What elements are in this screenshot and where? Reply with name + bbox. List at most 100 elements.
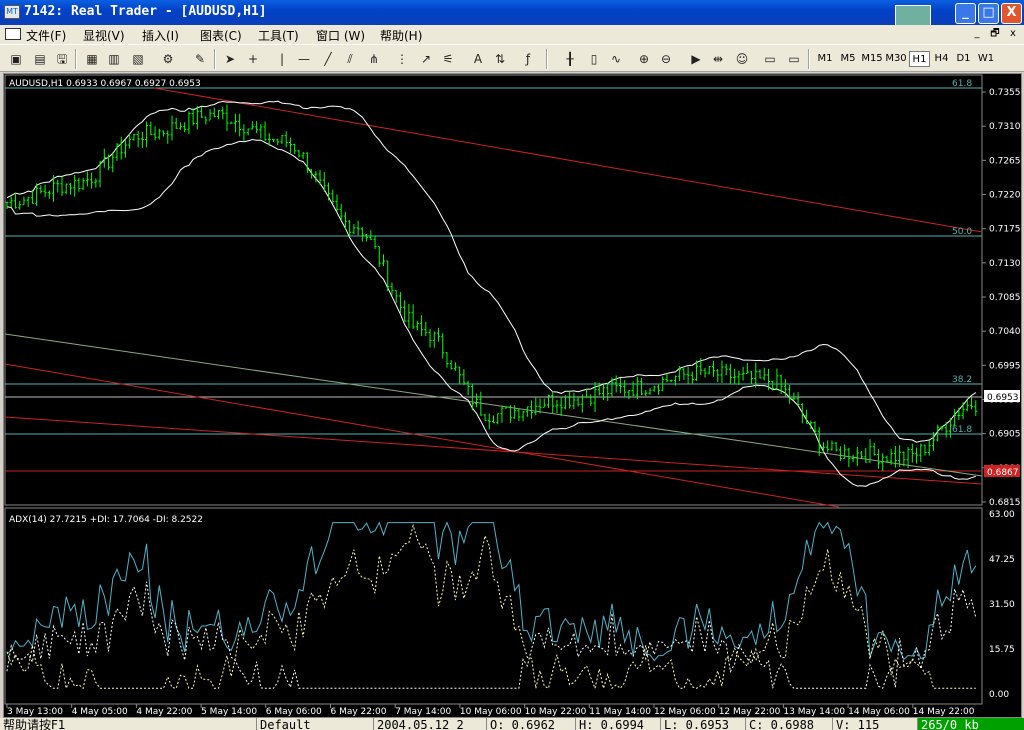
menu-chart[interactable]: 图表(C) <box>200 27 242 44</box>
time-tick-label: 3 May 13:00 <box>7 707 63 717</box>
bollinger-bands <box>6 100 977 487</box>
zoom-in-icon[interactable]: ⊕ <box>634 50 654 68</box>
adx-tick-label: 0.00 <box>989 690 1009 700</box>
timeframe-m5-button[interactable]: M5 <box>837 51 859 67</box>
price-tick-label: 0.7130 <box>989 259 1021 269</box>
timeframe-h1-button[interactable]: H1 <box>909 51 930 67</box>
save-icon[interactable]: 🖫 <box>52 50 72 68</box>
fib-label-500: 50.0 <box>952 227 972 237</box>
experts-icon[interactable]: ⚙ <box>158 50 178 68</box>
status-high: H: 0.6994 <box>575 718 659 730</box>
status-traffic: 265/0 kb <box>917 718 1024 730</box>
status-profile[interactable]: Default <box>256 718 372 730</box>
chart-canvas[interactable]: 0.7355 0.7310 0.7265 0.7220 0.7175 0.7130 0.70… <box>4 74 1021 717</box>
trendline-lower-1[interactable] <box>4 363 840 508</box>
timeframe-m1-button[interactable]: M1 <box>814 51 836 67</box>
trendline-icon[interactable]: ╱ <box>318 50 338 68</box>
time-axis: 3 May 13:00 4 May 05:00 4 May 22:00 5 May 1… <box>6 704 975 717</box>
status-low: L: 0.6953 <box>660 718 744 730</box>
adx-tick-label: 47.25 <box>989 555 1015 565</box>
price-tick-label: 0.6905 <box>989 430 1021 440</box>
candle-chart-icon[interactable]: ▯ <box>584 50 604 68</box>
horizontal-line-icon[interactable]: — <box>294 50 314 68</box>
time-tick-label: 4 May 05:00 <box>72 707 128 717</box>
chart-shift-icon[interactable]: ⇹ <box>708 50 728 68</box>
document-icon[interactable] <box>5 28 21 40</box>
pitchfork-icon[interactable]: ⋔ <box>364 50 384 68</box>
bar-chart-icon[interactable]: ╂ <box>560 50 580 68</box>
auto-scroll-icon[interactable]: ▶ <box>686 50 706 68</box>
time-tick-label: 14 May 22:00 <box>913 707 975 717</box>
window-title: 7142: Real Trader - [AUDUSD,H1] <box>24 4 267 19</box>
timeframe-h4-button[interactable]: H4 <box>931 51 952 67</box>
print-preview-icon[interactable]: ▥ <box>104 50 124 68</box>
adx-tick-label: 31.50 <box>989 600 1015 610</box>
expert-icon[interactable]: ☺ <box>732 50 752 68</box>
cursor-icon[interactable]: ➤ <box>220 50 240 68</box>
gann-fan-icon[interactable]: ↗ <box>416 50 436 68</box>
close-button[interactable]: X <box>1001 3 1022 24</box>
menu-help[interactable]: 帮助(H) <box>380 27 422 44</box>
adx-tick-label: 15.75 <box>989 645 1015 655</box>
new-chart-icon[interactable]: ▣ <box>6 50 26 68</box>
properties-icon[interactable]: ▧ <box>128 50 148 68</box>
status-bar: 帮助请按F1 Default 2004.05.12 2 O: 0.6962 H:… <box>0 718 1024 730</box>
arrows-icon[interactable]: ⇅ <box>490 50 510 68</box>
line-chart-icon[interactable]: ∿ <box>606 50 626 68</box>
fibonacci-icon[interactable]: ƒ <box>518 50 538 68</box>
status-help: 帮助请按F1 <box>3 718 66 730</box>
mdi-restore-button[interactable]: 🗗 <box>988 28 1002 41</box>
template-icon[interactable]: ▭ <box>760 50 780 68</box>
trendline-green[interactable] <box>4 333 983 477</box>
price-tick-label: 0.7310 <box>989 122 1021 132</box>
trendline-upper[interactable] <box>153 87 983 233</box>
maximize-button[interactable]: □ <box>978 3 999 24</box>
fib-label-382: 38.2 <box>952 375 972 385</box>
timeframe-m15-button[interactable]: M15 <box>860 51 884 67</box>
vertical-line-icon[interactable]: | <box>272 50 292 68</box>
price-tick-label: 0.7085 <box>989 293 1021 303</box>
fib-label-618-top: 61.8 <box>952 79 972 89</box>
toolbar: ▣ ▤ 🖫 ▦ ▥ ▧ ⚙ ✎ ➤ + | — ╱ ⫽ ⋔ ⋮ ↗ ⚟ A ⇅ … <box>0 44 1024 72</box>
menu-view[interactable]: 显视(V) <box>83 27 125 44</box>
mdi-minimize-button[interactable]: _ <box>970 28 984 41</box>
crosshair-icon[interactable]: + <box>243 50 263 68</box>
timeframe-w1-button[interactable]: W1 <box>975 51 997 67</box>
time-tick-label: 6 May 06:00 <box>266 707 322 717</box>
time-tick-label: 10 May 22:00 <box>525 707 587 717</box>
time-tick-label: 12 May 06:00 <box>654 707 716 717</box>
pencil-icon[interactable]: ✎ <box>190 50 210 68</box>
timeframe-d1-button[interactable]: D1 <box>953 51 974 67</box>
price-tick-label: 0.7265 <box>989 156 1021 166</box>
adx-indicator <box>6 521 977 691</box>
open-icon[interactable]: ▤ <box>30 50 50 68</box>
period-icon[interactable]: ▭ <box>784 50 804 68</box>
menu-insert[interactable]: 插入(I) <box>142 27 179 44</box>
text-icon[interactable]: A <box>468 50 488 68</box>
channel-icon[interactable]: ⫽ <box>340 50 360 68</box>
fan-icon[interactable]: ⚟ <box>438 50 458 68</box>
menu-file[interactable]: 文件(F) <box>26 27 66 44</box>
price-bars <box>5 104 978 472</box>
title-bar: MT 7142: Real Trader - [AUDUSD,H1] _ □ X <box>0 0 1024 37</box>
grid-icon[interactable]: ⋮ <box>392 50 412 68</box>
mdi-close-button[interactable]: x <box>1006 28 1020 41</box>
menu-window[interactable]: 窗口 (W) <box>316 27 365 44</box>
price-tick-label: 0.7040 <box>989 327 1021 337</box>
zoom-out-icon[interactable]: ⊖ <box>656 50 676 68</box>
minimize-button[interactable]: _ <box>955 3 976 24</box>
price-tick-label: 0.7355 <box>989 88 1021 98</box>
price-tick-label: 0.6995 <box>989 361 1021 371</box>
adx-line <box>6 521 977 662</box>
bollinger-upper <box>6 100 977 443</box>
chart-window[interactable]: 0.7355 0.7310 0.7265 0.7220 0.7175 0.7130 0.70… <box>3 73 1022 718</box>
trendline-lower-2[interactable] <box>4 416 983 485</box>
time-tick-label: 14 May 06:00 <box>848 707 910 717</box>
price-tick-label: 0.7175 <box>989 225 1021 235</box>
menu-tools[interactable]: 工具(T) <box>258 27 299 44</box>
print-icon[interactable]: ▦ <box>82 50 102 68</box>
current-price-label: 0.6953 <box>987 393 1019 403</box>
status-open: O: 0.6962 <box>486 718 574 730</box>
timeframe-m30-button[interactable]: M30 <box>884 51 908 67</box>
time-tick-label: 13 May 14:00 <box>783 707 845 717</box>
